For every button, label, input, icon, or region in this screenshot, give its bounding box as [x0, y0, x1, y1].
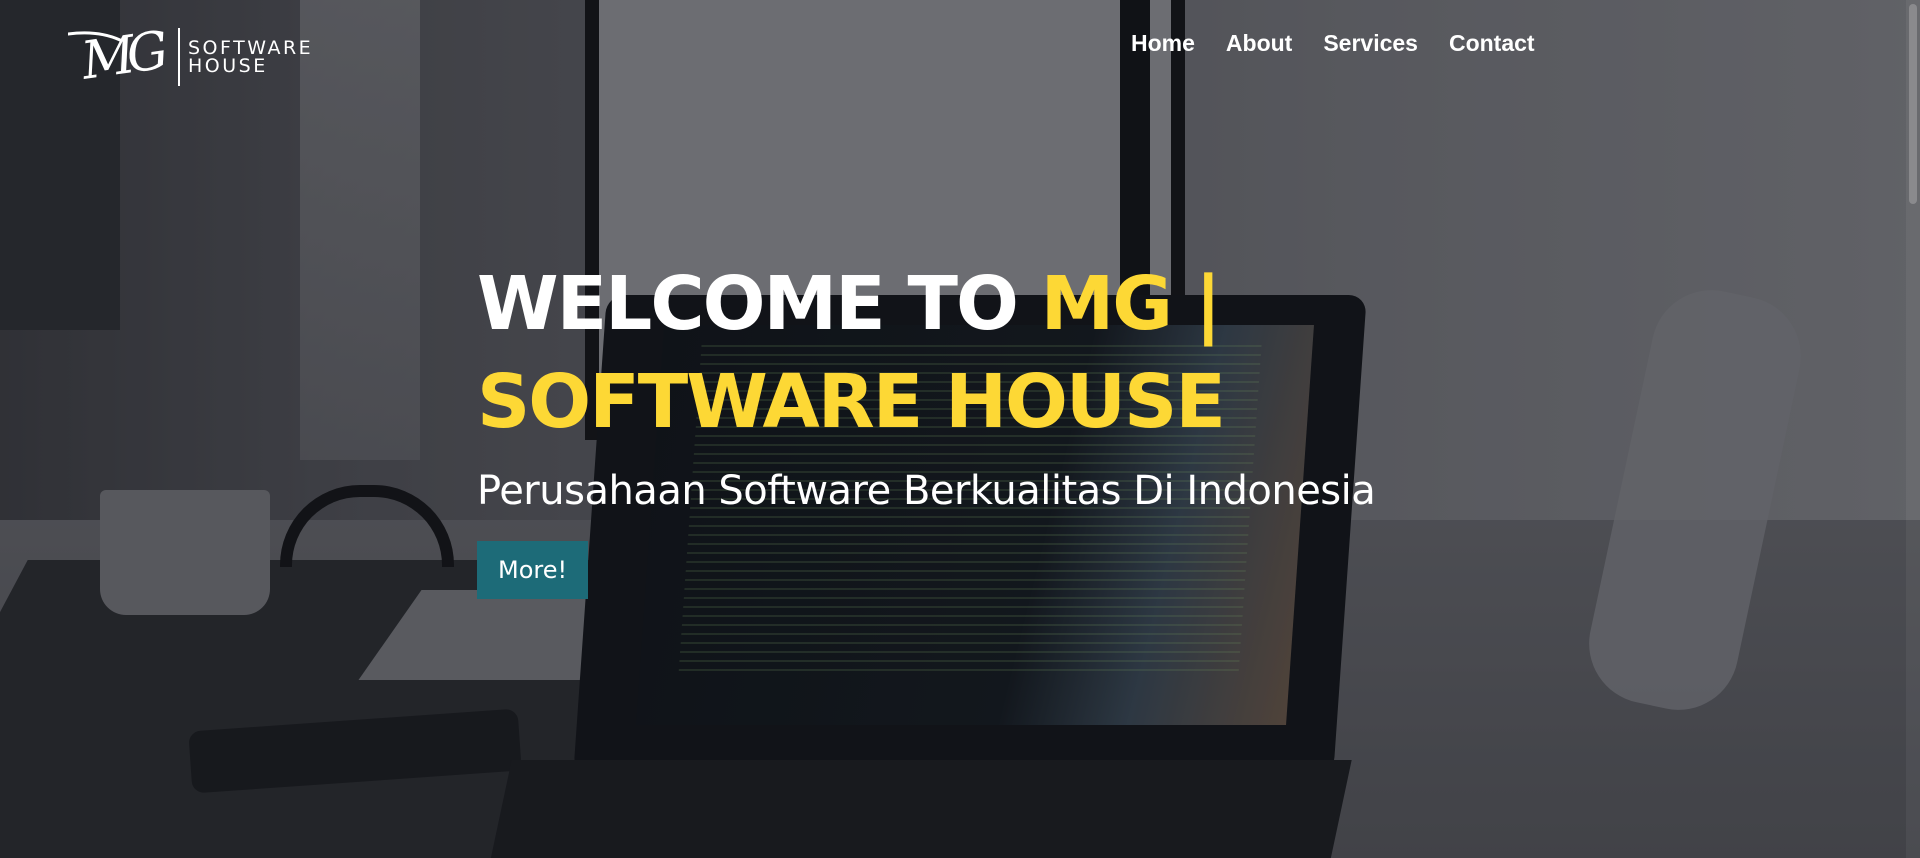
- nav-link-contact[interactable]: Contact: [1449, 30, 1535, 57]
- scrollbar-thumb[interactable]: [1909, 4, 1917, 204]
- hero-subtitle: Perusahaan Software Berkualitas Di Indon…: [477, 468, 1376, 514]
- logo-divider: [178, 28, 180, 86]
- page-scrollbar[interactable]: [1906, 0, 1920, 858]
- logo-text-line2: HOUSE: [188, 55, 268, 77]
- nav-link-about[interactable]: About: [1226, 30, 1292, 57]
- mg-logo-mark-icon: MG: [68, 24, 171, 90]
- nav-link-home[interactable]: Home: [1131, 30, 1195, 57]
- site-logo[interactable]: MG SOFTWARE HOUSE: [68, 24, 313, 90]
- hero-section: WELCOME TO MG | SOFTWARE HOUSE Perusahaa…: [477, 255, 1477, 599]
- hero-title-white: WELCOME TO: [477, 261, 1041, 347]
- more-button[interactable]: More!: [477, 541, 589, 599]
- main-nav: Home About Services Contact: [1131, 30, 1535, 57]
- logo-text: SOFTWARE HOUSE: [188, 39, 313, 77]
- nav-link-services[interactable]: Services: [1323, 30, 1418, 57]
- hero-title: WELCOME TO MG | SOFTWARE HOUSE: [477, 255, 1477, 451]
